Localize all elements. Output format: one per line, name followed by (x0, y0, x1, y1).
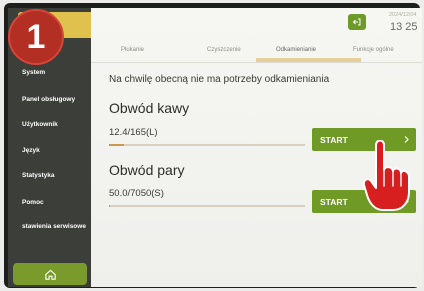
tab-cleaning[interactable]: Czyszczenie (207, 47, 241, 53)
sidebar-item-panel[interactable]: Panel obsługowy (22, 96, 75, 103)
time-display: 13 25 (390, 21, 418, 33)
coffee-progress-fill (109, 144, 124, 146)
coffee-circuit-title: Obwód kawy (109, 100, 190, 116)
steam-progress-fill (109, 205, 111, 207)
steam-circuit-progress (109, 205, 305, 207)
sidebar-item-statistics[interactable]: Statystyka (22, 172, 55, 179)
step-number-badge: 1 (8, 9, 64, 65)
coffee-start-label: START (320, 135, 348, 145)
sidebar-item-user[interactable]: Użytkownik (22, 121, 58, 128)
descaling-status-text: Na chwilę obecną nie ma potrzeby odkamie… (109, 74, 330, 85)
back-button[interactable] (348, 14, 366, 30)
tap-hand-icon (363, 140, 410, 211)
home-button[interactable] (13, 263, 87, 285)
sidebar-item-help[interactable]: Pomoc (22, 199, 44, 206)
home-icon (44, 269, 56, 280)
steam-circuit-title: Obwód pary (109, 162, 185, 178)
tab-descaling[interactable]: Odkamienianie (276, 47, 316, 53)
coffee-circuit-counter: 12.4/165(L) (109, 127, 158, 138)
sidebar-item-system[interactable]: System (22, 69, 45, 76)
sidebar-item-language[interactable]: Język (22, 147, 40, 154)
tab-divider (91, 62, 422, 63)
steam-start-label: START (320, 197, 348, 207)
steam-circuit-counter: 50.0/7050(S) (109, 188, 164, 199)
tab-rinsing[interactable]: Płukanie (121, 47, 144, 53)
date-display: 2024/12/04 (389, 12, 417, 18)
coffee-circuit-progress (109, 144, 305, 146)
tab-general-functions[interactable]: Funkcje ogólne (353, 47, 394, 53)
sidebar-item-service-settings[interactable]: stawienia serwisowe (22, 223, 86, 230)
back-arrow-icon (352, 18, 361, 26)
